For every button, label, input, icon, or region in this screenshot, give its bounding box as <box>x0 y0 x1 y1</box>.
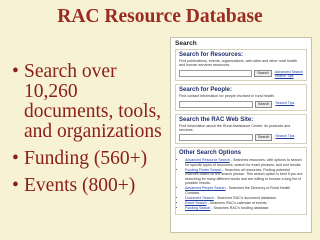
website-search-input[interactable] <box>179 134 253 142</box>
bullet-text: Search over 10,260 documents, tools, and… <box>24 61 162 142</box>
panel-title: Search <box>175 40 197 47</box>
option-link[interactable]: Funding Search <box>185 206 210 210</box>
bullet-text: Funding (560+) <box>24 148 148 169</box>
option-description: - Searches RAC's calendar of events. <box>206 201 268 206</box>
website-search-button[interactable]: Search <box>255 134 273 142</box>
list-item: Funding Finder Search - Searches all res… <box>185 168 303 185</box>
search-row: Search Search Tips <box>179 100 303 108</box>
other-options-list: Advanced Resource Search - Searches reso… <box>179 158 303 210</box>
bullet-list: • Search over 10,260 documents, tools, a… <box>12 62 168 203</box>
search-tips-link[interactable]: Search Tips <box>275 101 294 105</box>
list-item: Event Search - Searches RAC's calendar o… <box>185 201 303 205</box>
section-description: Find contact information for people invo… <box>179 94 275 99</box>
option-link[interactable]: Document Search <box>185 196 214 200</box>
other-search-options-section: Other Search Options Advanced Resource S… <box>175 147 307 215</box>
section-title: Other Search Options <box>179 150 242 157</box>
slide-title: RAC Resource Database <box>57 6 263 27</box>
list-item: Advanced Resource Search - Searches reso… <box>185 158 303 167</box>
section-title: Search for People: <box>179 87 233 94</box>
option-link[interactable]: Event Search <box>185 201 207 205</box>
bullet-icon: • <box>12 148 19 169</box>
list-item: Funding Search - Searches RAC's funding … <box>185 206 303 210</box>
people-search-button[interactable]: Search <box>255 100 273 108</box>
search-row: Search Search Tips <box>179 134 303 142</box>
bullet-funding: • Funding (560+) <box>12 149 168 169</box>
resources-search-button[interactable]: Search <box>254 69 272 77</box>
search-people-section: Search for People: Find contact informat… <box>175 84 307 111</box>
search-row: Search Advanced Search Search Tips <box>179 69 303 78</box>
resources-search-input[interactable] <box>179 69 253 77</box>
option-description: - Searches RAC's funding database. <box>210 206 270 211</box>
section-description: Find information about the Rural Assista… <box>179 123 291 133</box>
bullet-text: Events (800+) <box>24 175 136 196</box>
bullet-resources: • Search over 10,260 documents, tools, a… <box>12 62 168 142</box>
list-item: Advanced People Search - Searches the Di… <box>185 186 303 195</box>
search-resources-section: Search for Resources: Find publications,… <box>175 49 307 82</box>
bullet-events: • Events (800+) <box>12 176 168 196</box>
bullet-icon: • <box>12 61 19 82</box>
search-links: Advanced Search Search Tips <box>275 70 303 78</box>
search-tips-link[interactable]: Search Tips <box>275 74 303 78</box>
option-description: - Searches RAC's document database. <box>213 195 277 200</box>
bullet-icon: • <box>12 175 19 196</box>
section-description: Find publications, events, organizations… <box>179 59 298 68</box>
section-title: Search the RAC Web Site: <box>179 116 254 123</box>
section-title: Search for Resources: <box>179 52 244 58</box>
search-website-section: Search the RAC Web Site: Find informatio… <box>175 113 307 145</box>
people-search-input[interactable] <box>179 100 253 108</box>
search-tips-link[interactable]: Search Tips <box>275 134 294 138</box>
list-item: Document Search - Searches RAC's documen… <box>185 196 303 200</box>
search-links: Search Tips <box>275 134 294 138</box>
search-links: Search Tips <box>275 101 294 105</box>
search-page-screenshot: Search Search for Resources: Find public… <box>170 37 312 233</box>
